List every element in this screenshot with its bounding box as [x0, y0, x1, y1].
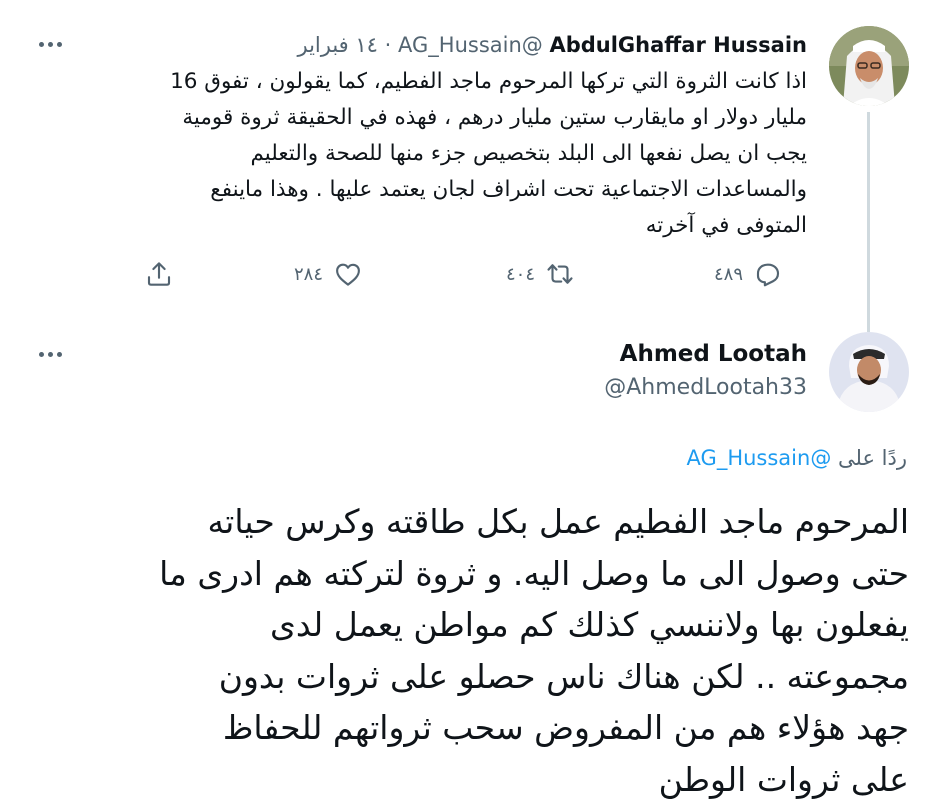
retweet-count: ٤٠٤ [506, 263, 536, 285]
reply-tweet-text: المرحوم ماجد الفطيم عمل بكل طاقته وكرس ح… [19, 496, 909, 800]
tweet-text-line: يفعلون بها ولاننسي كذلك كم مواطن يعمل لد… [270, 605, 909, 644]
retweet-icon [547, 264, 573, 284]
tweet-date[interactable]: ١٤ فبراير [297, 33, 377, 57]
more-dot-icon [38, 351, 44, 357]
reply-author-name[interactable]: Ahmed Lootah [620, 338, 807, 370]
retweet-button[interactable]: ٤٠٤ [506, 256, 575, 292]
like-count: ٢٨٤ [294, 263, 324, 285]
share-icon [147, 262, 171, 286]
tweet-text-line: على ثروات الوطن [658, 759, 909, 799]
tweet-text-line: المرحوم ماجد الفطيم عمل بكل طاقته وكرس ح… [207, 502, 909, 541]
tweet-text-line: والمساعدات الاجتماعية تحت اشراف لجان يعت… [210, 177, 807, 202]
replying-to-label: ردًا على [838, 446, 907, 470]
tweet-text-line: جهد هؤلاء هم من المفروض سحب ثرواتهم للحف… [222, 708, 909, 747]
tweet-text-line: مجموعته .. لكن هناك ناس حصلو على ثروات ب… [218, 656, 909, 696]
avatar-photo-icon [829, 332, 909, 412]
tweet-header: AbdulGhaffar Hussain @AG_Hussain · ١٤ فب… [297, 30, 807, 60]
author-handle[interactable]: @AG_Hussain [398, 33, 543, 57]
more-dot-icon [56, 41, 62, 47]
author-name[interactable]: AbdulGhaffar Hussain [549, 33, 807, 57]
author-avatar[interactable] [829, 26, 909, 106]
replying-to: ردًا على @AG_Hussain [687, 443, 907, 473]
separator-dot: · [384, 33, 392, 57]
more-dot-icon [56, 351, 62, 357]
tweet-text-line: اذا كانت الثروة التي تركها المرحوم ماجد … [170, 69, 807, 94]
more-dot-icon [38, 41, 44, 47]
share-button[interactable] [144, 256, 174, 292]
tweet-text: اذا كانت الثروة التي تركها المرحوم ماجد … [47, 64, 807, 244]
heart-icon [336, 263, 360, 286]
reply-count: ٤٨٩ [714, 263, 744, 285]
reply-icon [756, 263, 780, 287]
like-button[interactable]: ٢٨٤ [294, 256, 363, 292]
reply-author-avatar[interactable] [829, 332, 909, 412]
more-options-button[interactable] [30, 342, 70, 366]
more-dot-icon [47, 41, 53, 47]
replying-to-mention[interactable]: @AG_Hussain [687, 446, 832, 470]
tweet-text-line: مليار دولار او مايقارب ستين مليار درهم ،… [182, 105, 807, 130]
tweet-text-line: المتوفى في آخرته [645, 213, 807, 238]
parent-tweet[interactable]: AbdulGhaffar Hussain @AG_Hussain · ١٤ فب… [0, 0, 932, 332]
tweet-text-line: يجب ان يصل نفعها الى البلد بتخصيص جزء من… [250, 141, 808, 166]
reply-button[interactable]: ٤٨٩ [714, 256, 783, 292]
more-dot-icon [47, 351, 53, 357]
thread-connector-line [867, 112, 870, 332]
tweet-text-line: حتى وصول الى ما وصل اليه. و ثروة لتركته … [159, 553, 909, 593]
reply-author-handle[interactable]: @AhmedLootah33 [604, 372, 807, 404]
avatar-photo-icon [829, 26, 909, 106]
more-options-button[interactable] [30, 32, 70, 56]
